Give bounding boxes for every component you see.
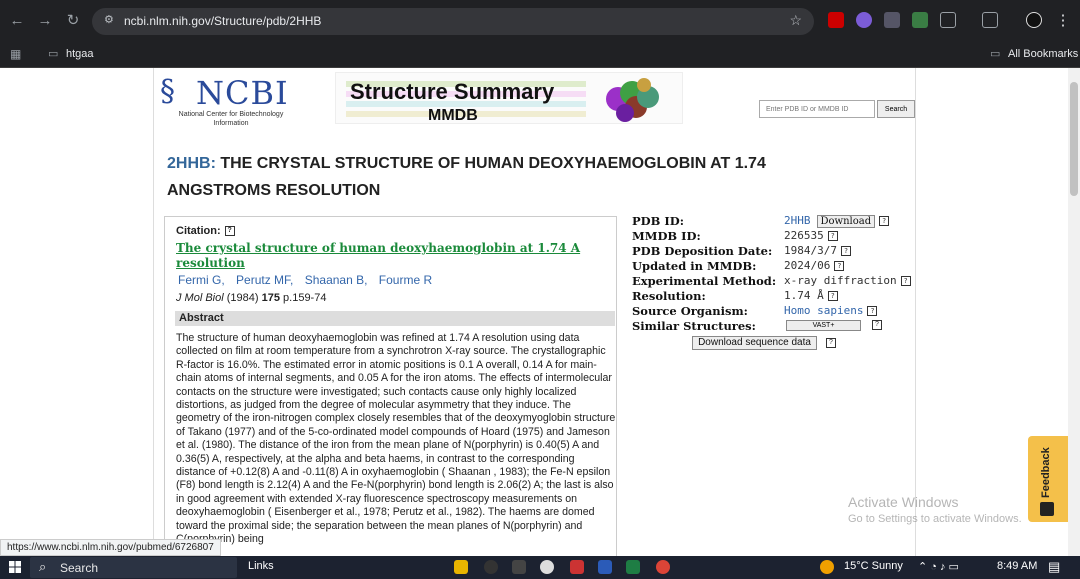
windows-start-icon[interactable] (9, 561, 21, 573)
chrome-icon[interactable] (656, 560, 670, 574)
journal-reference: J Mol Biol (1984) 175 p.159-74 (176, 292, 327, 304)
media-player-icon[interactable] (540, 560, 554, 574)
organism-link[interactable]: Homo sapiens (784, 304, 863, 317)
vast-plus-button[interactable]: VAST+ (786, 320, 861, 331)
author-link[interactable]: Fourme R (379, 273, 432, 287)
help-icon[interactable]: ? (840, 246, 851, 256)
back-icon[interactable]: ← (6, 10, 28, 32)
scrollbar-thumb[interactable] (1070, 82, 1078, 196)
all-bookmarks[interactable]: All Bookmarks (1008, 48, 1078, 60)
page-title: 2HHB: THE CRYSTAL STRUCTURE OF HUMAN DEO… (167, 150, 867, 204)
pdb-id-value: 2HHB (784, 214, 811, 227)
banner-title: Structure Summary (350, 79, 555, 104)
help-icon[interactable]: ? (826, 338, 836, 348)
page-viewport: § NCBI National Center for Biotechnology… (0, 68, 1068, 556)
word-icon[interactable] (598, 560, 612, 574)
app-icon[interactable] (512, 560, 526, 574)
forward-icon[interactable]: → (34, 10, 56, 32)
activate-windows-watermark: Activate Windows (848, 494, 959, 510)
folder-icon: ▭ (990, 48, 1001, 60)
profile-avatar[interactable] (1026, 12, 1042, 28)
abstract-text: The structure of human deoxyhaemoglobin … (176, 332, 616, 546)
weather-text[interactable]: 15°C Sunny (844, 560, 903, 572)
menu-kebab-icon[interactable]: ⋮ (1052, 10, 1074, 32)
app-icon[interactable] (570, 560, 584, 574)
deposition-date: 1984/3/7 (784, 244, 837, 257)
youtube-extension-icon[interactable] (828, 12, 844, 28)
link-status-bar: https://www.ncbi.nlm.nih.gov/pubmed/6726… (0, 539, 221, 556)
extensions-puzzle-icon[interactable] (940, 12, 956, 28)
molecule-image (606, 78, 659, 122)
clock[interactable]: 8:49 AM (997, 560, 1037, 572)
mmdb-id-value: 226535 (784, 229, 824, 242)
structure-summary-banner: Structure Summary MMDB (335, 72, 683, 124)
bookmark-folder-htgaa[interactable]: htgaa (66, 48, 94, 60)
author-link[interactable]: Perutz MF, (236, 273, 293, 287)
author-link[interactable]: Fermi G, (178, 273, 225, 287)
search-button[interactable]: Search (877, 100, 915, 118)
updated-date: 2024/06 (784, 259, 831, 272)
page-scrollbar[interactable] (1068, 68, 1080, 556)
help-icon[interactable]: ? (827, 231, 838, 241)
banner-subtitle: MMDB (428, 107, 478, 124)
url-text[interactable]: ncbi.nlm.nih.gov/Structure/pdb/2HHB (124, 14, 321, 28)
citation-panel: Citation:? The crystal structure of huma… (164, 216, 617, 556)
reload-icon[interactable]: ↻ (62, 10, 84, 32)
help-icon[interactable]: ? (900, 276, 911, 286)
author-list: Fermi G, Perutz MF, Shaanan B, Fourme R (178, 273, 440, 287)
extension-icon[interactable] (912, 12, 928, 28)
pdb-id-heading: 2HHB: (167, 155, 216, 172)
taskbar-search[interactable]: ⌕ Search (30, 557, 237, 578)
feedback-tab[interactable]: Feedback (1028, 436, 1068, 522)
ncbi-helix-icon: § (160, 74, 175, 109)
apps-grid-icon[interactable]: ▦ (10, 47, 21, 61)
site-info-icon[interactable]: ⚙ (104, 13, 118, 27)
windows-taskbar: ⌕ Search Links 15°C Sunny ⌃ ◔ ♪ ▭ 8:49 A… (0, 556, 1080, 579)
citation-title-link[interactable]: The crystal structure of human deoxyhaem… (176, 241, 596, 271)
author-link[interactable]: Shaanan B, (305, 273, 368, 287)
activate-windows-hint: Go to Settings to activate Windows. (848, 513, 1022, 525)
feedback-icon (1040, 502, 1054, 516)
ncbi-page: § NCBI National Center for Biotechnology… (153, 68, 916, 556)
app-icon[interactable] (484, 560, 498, 574)
side-panel-icon[interactable] (982, 12, 998, 28)
bookmarks-bar: ▦ ▭ htgaa ▭ All Bookmarks (0, 42, 1080, 68)
help-icon[interactable]: ? (872, 320, 882, 330)
bookmark-star-icon[interactable]: ☆ (789, 12, 802, 29)
download-sequence-button[interactable]: Download sequence data (692, 336, 817, 350)
pdb-search-input[interactable] (759, 100, 875, 118)
resolution-value: 1.74 Å (784, 289, 824, 302)
links-toolbar[interactable]: Links (248, 560, 274, 572)
structure-title: THE CRYSTAL STRUCTURE OF HUMAN DEOXYHAEM… (167, 155, 766, 199)
browser-toolbar: ← → ↻ ⚙ ncbi.nlm.nih.gov/Structure/pdb/2… (0, 0, 1080, 42)
pdb-search: Search (759, 100, 915, 118)
tray-icons[interactable]: ⌃ ◔ ♪ ▭ (918, 560, 959, 573)
file-explorer-icon[interactable] (454, 560, 468, 574)
folder-icon: ▭ (48, 48, 59, 60)
help-icon[interactable]: ? (879, 216, 890, 226)
weather-icon (820, 560, 834, 574)
help-icon[interactable]: ? (834, 261, 845, 271)
ncbi-logo[interactable]: § NCBI National Center for Biotechnology… (158, 72, 298, 132)
extension-icon[interactable] (856, 12, 872, 28)
help-icon[interactable]: ? (827, 291, 838, 301)
help-icon[interactable]: ? (224, 226, 235, 237)
method-value: x-ray diffraction (784, 274, 897, 287)
abstract-heading: Abstract (175, 311, 615, 326)
help-icon[interactable]: ? (867, 306, 878, 316)
excel-icon[interactable] (626, 560, 640, 574)
citation-label: Citation:? (176, 225, 235, 237)
extension-icon[interactable] (884, 12, 900, 28)
search-icon: ⌕ (39, 559, 47, 574)
address-bar[interactable]: ⚙ ncbi.nlm.nih.gov/Structure/pdb/2HHB ☆ (92, 8, 814, 35)
notifications-icon[interactable]: ▤ (1048, 559, 1060, 575)
download-button[interactable]: Download (816, 215, 876, 228)
